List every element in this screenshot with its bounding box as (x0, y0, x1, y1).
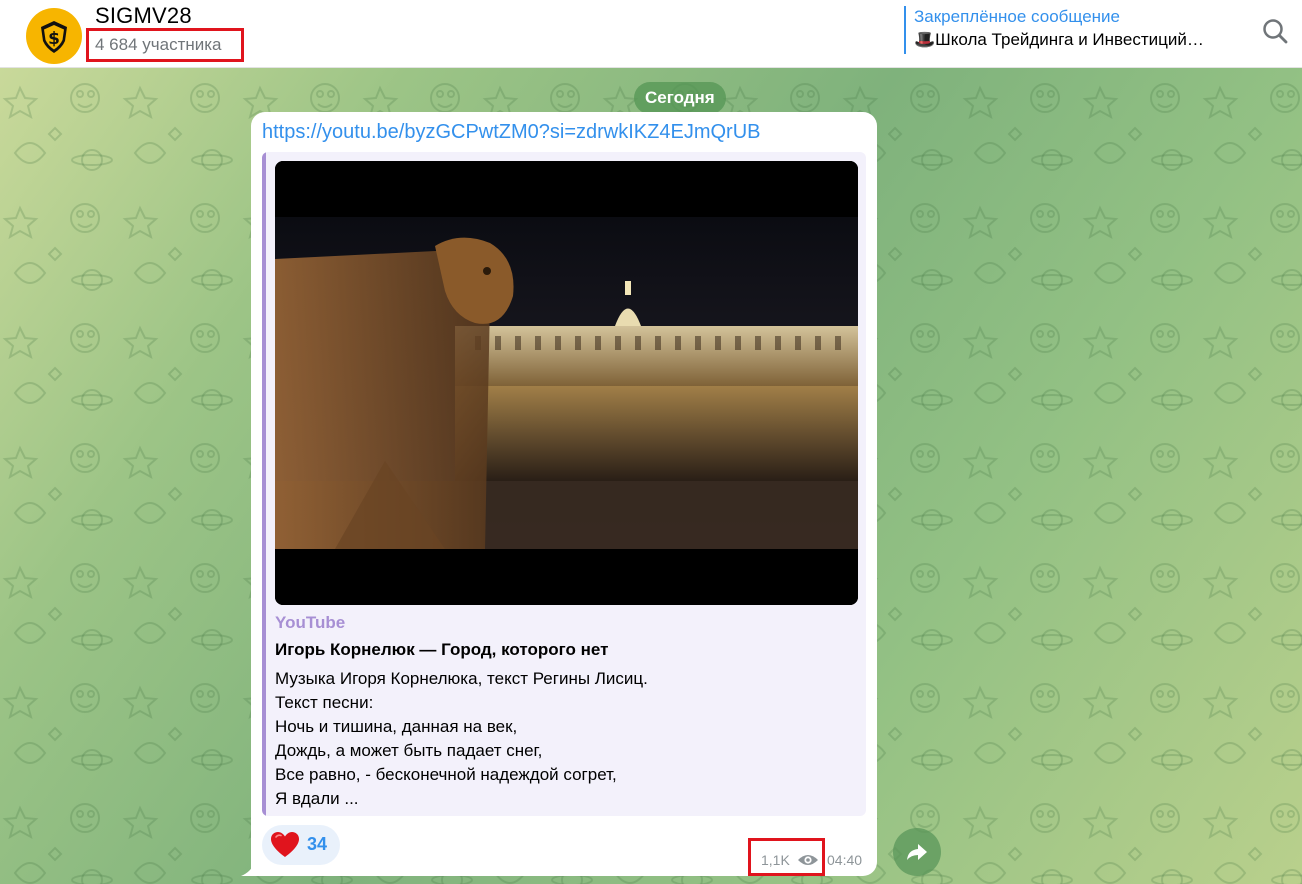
avatar[interactable]: $ (26, 8, 82, 64)
message-link[interactable]: https://youtu.be/byzGCPwtZM0?si=zdrwkIKZ… (262, 121, 761, 144)
preview-desc-line: Текст песни: (275, 693, 374, 712)
preview-desc-line: Дождь, а может быть падает снег, (275, 741, 543, 760)
preview-desc-line: Музыка Игоря Корнелюка, текст Регины Лис… (275, 669, 648, 688)
preview-title: Игорь Корнелюк — Город, которого нет (275, 640, 609, 659)
pinned-title: Закреплённое сообщение (914, 7, 1120, 26)
preview-desc-line: Ночь и тишина, данная на век, (275, 717, 518, 736)
search-icon (1263, 19, 1288, 44)
forward-icon (907, 844, 927, 860)
search-button[interactable] (1258, 14, 1294, 50)
dollar-shield-icon: $ (41, 21, 67, 53)
date-separator: Сегодня (634, 82, 726, 114)
preview-desc-line: Все равно, - бесконечной надеждой согрет… (275, 765, 617, 784)
eye-icon (798, 855, 818, 865)
pinned-text: 🎩Школа Трейдинга и Инвестиций… (914, 30, 1204, 49)
pinned-message[interactable]: Закреплённое сообщение 🎩Школа Трейдинга … (904, 6, 1244, 54)
members-count: 4 684 участника (86, 28, 244, 62)
forward-button[interactable] (893, 828, 941, 876)
views-count: 1,1K (761, 852, 790, 868)
reaction-heart[interactable]: 34 (262, 825, 340, 865)
channel-title[interactable]: SIGMV28 (95, 3, 192, 29)
heart-icon (271, 832, 299, 857)
message-time: 04:40 (827, 852, 863, 868)
reaction-count: 34 (307, 834, 328, 854)
preview-desc-line: Я вдали ... (275, 789, 359, 808)
preview-accent-bar (262, 152, 266, 816)
preview-description: Музыка Игоря Корнелюка, текст Регины Лис… (275, 667, 855, 811)
video-thumbnail[interactable] (275, 161, 858, 605)
svg-text:$: $ (48, 29, 60, 49)
chat-header: $ SIGMV28 4 684 участника Закреплённое с… (0, 0, 1302, 68)
preview-site-name: YouTube (275, 613, 346, 632)
